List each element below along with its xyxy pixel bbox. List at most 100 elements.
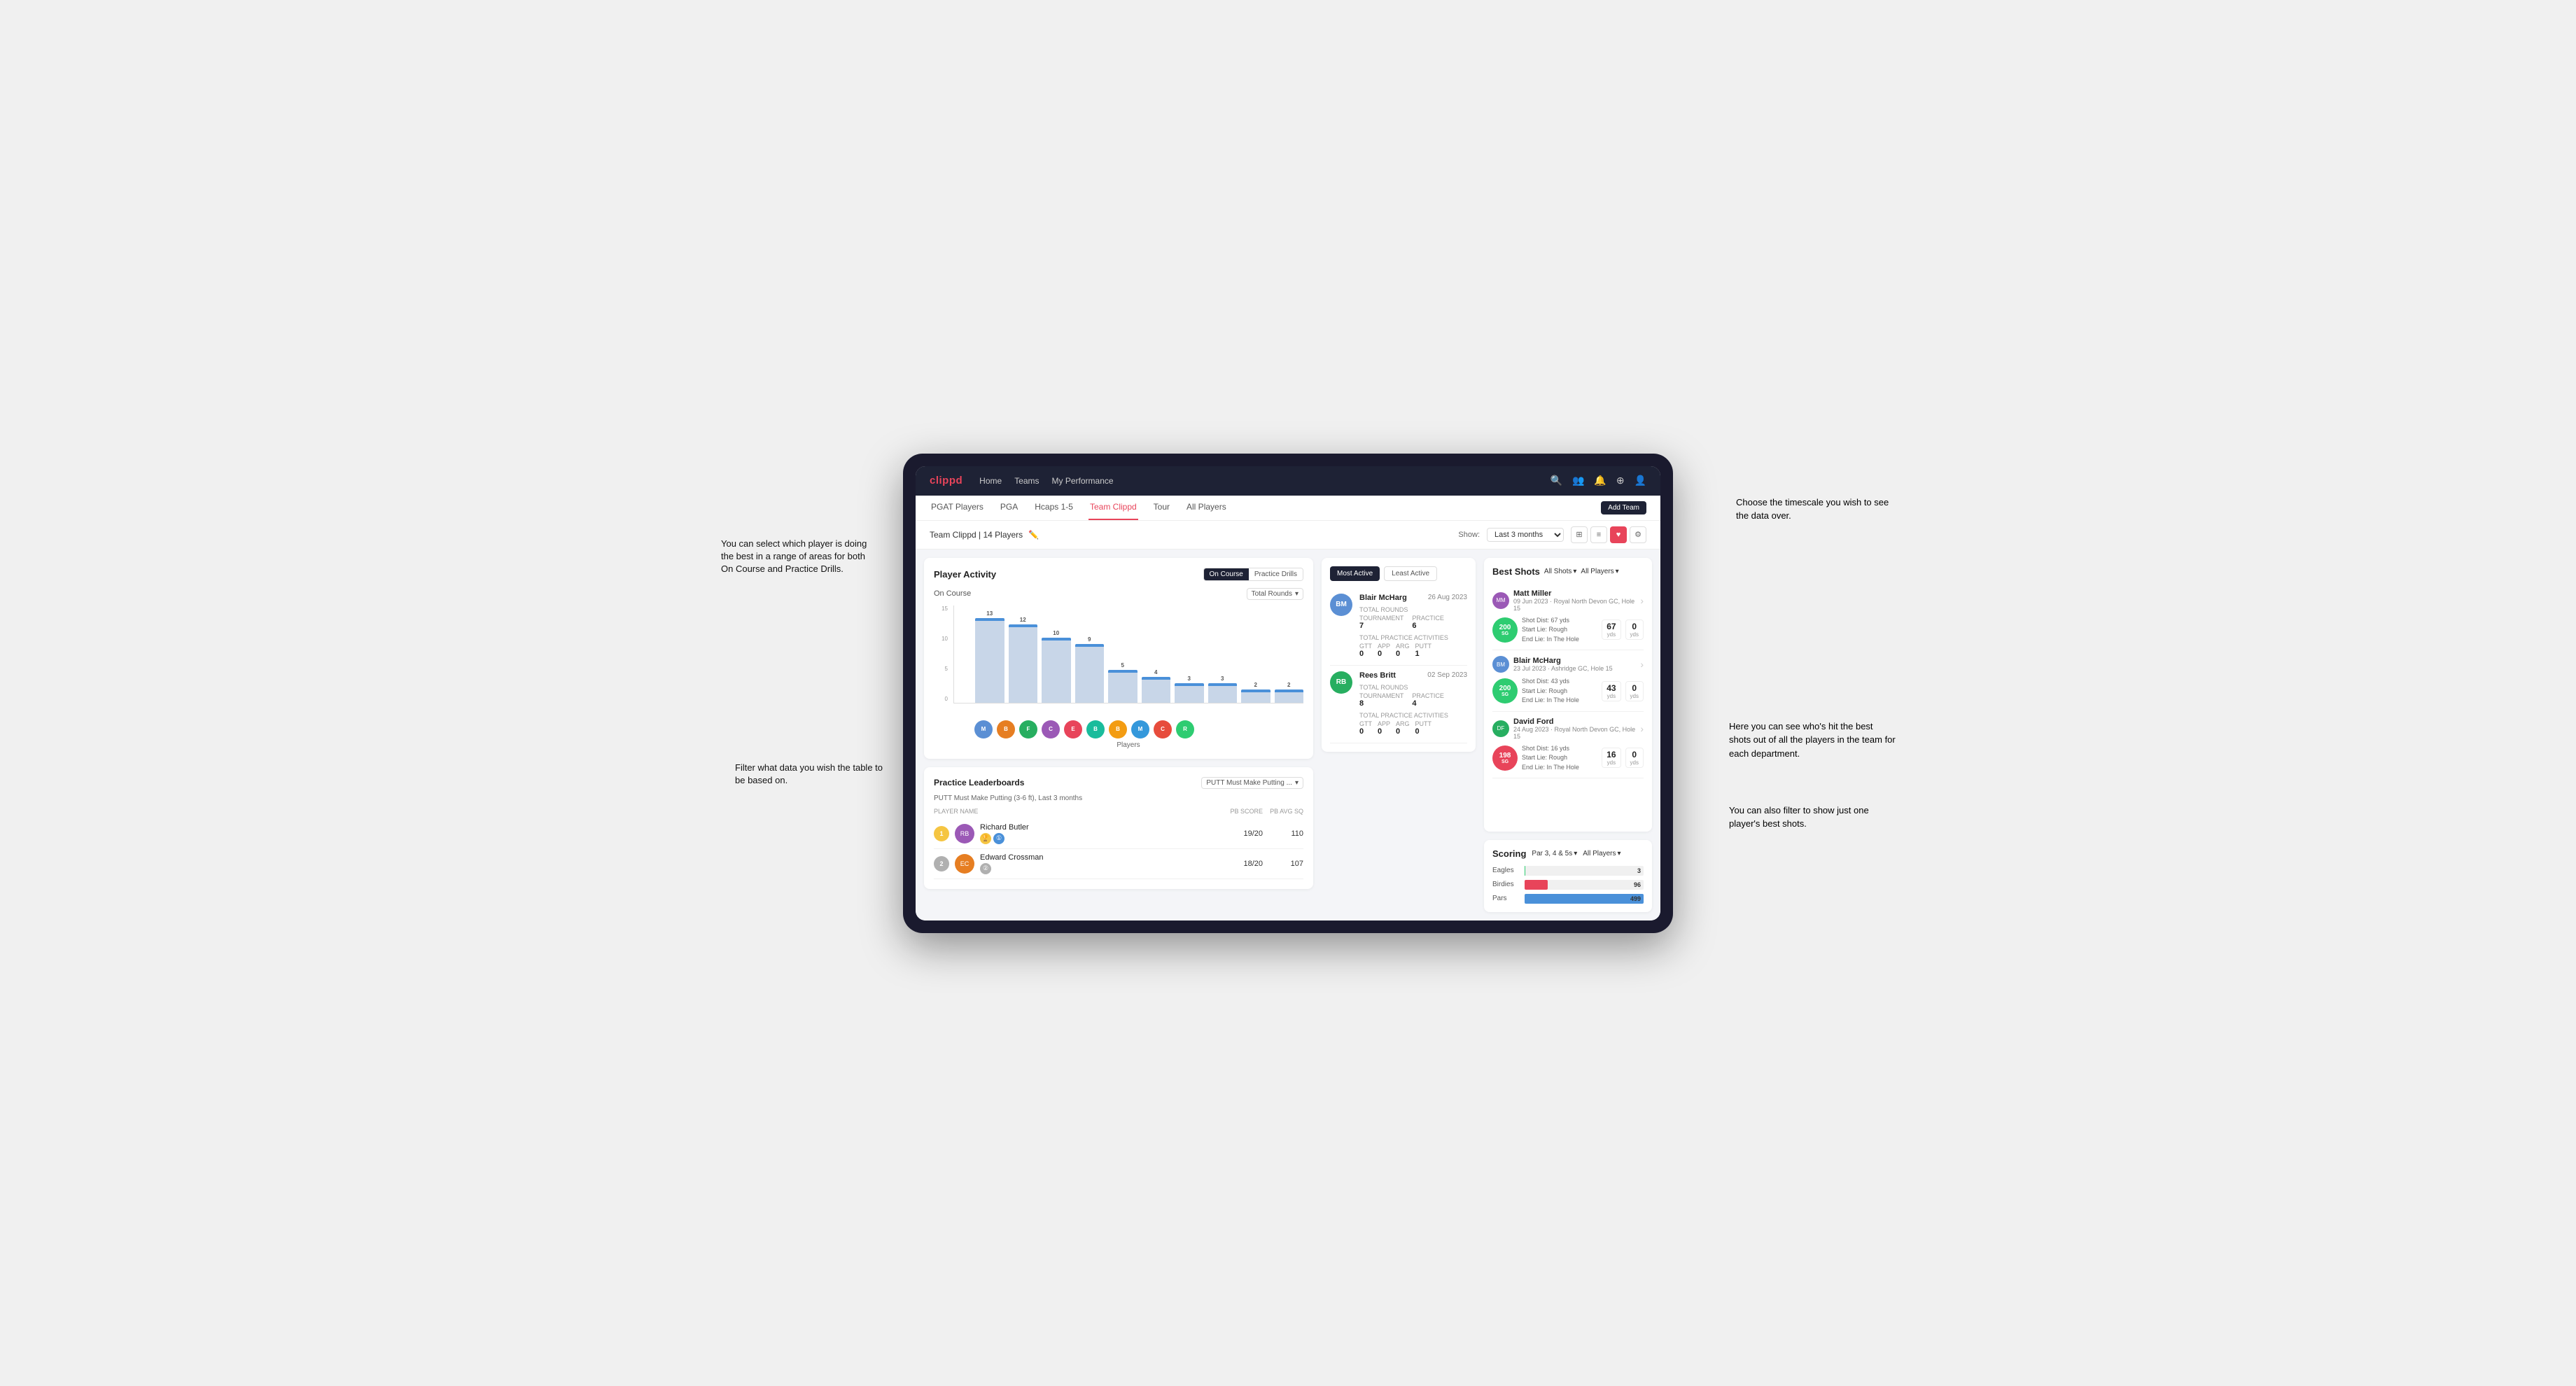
search-icon[interactable]: 🔍 (1550, 475, 1562, 486)
team-header-right: Show: Last 3 months Last 6 months Last 1… (1458, 526, 1646, 543)
shot-detail-mcharg: 23 Jul 2023 · Ashridge GC, Hole 15 (1513, 665, 1636, 672)
best-shots-title: Best Shots (1492, 566, 1540, 577)
leaderboard-subtitle: PUTT Must Make Putting (3-6 ft), Last 3 … (934, 794, 1303, 802)
total-rounds-label: Total Rounds (1252, 590, 1292, 598)
shot-badge-ford: 198 SG (1492, 746, 1518, 771)
bar-value-0: 13 (986, 610, 993, 617)
shot-player-row-ford: DF David Ford 24 Aug 2023 · Royal North … (1492, 718, 1644, 740)
shot-metrics-miller: 200 SG Shot Dist: 67 yds Start Lie: Roug… (1492, 616, 1644, 645)
shot-info-ford: Shot Dist: 16 yds Start Lie: Rough End L… (1522, 744, 1597, 773)
activity-player-mcharg: BM Blair McHarg 26 Aug 2023 Total Rounds (1330, 588, 1467, 666)
total-rounds-filter[interactable]: Total Rounds ▾ (1247, 588, 1303, 600)
shot-player-name-mcharg: Blair McHarg (1513, 657, 1636, 665)
sub-nav-pgat[interactable]: PGAT Players (930, 496, 985, 520)
practice-drills-toggle-btn[interactable]: Practice Drills (1249, 568, 1303, 580)
leaderboard-title: Practice Leaderboards (934, 778, 1024, 788)
chart-section: On Course Total Rounds ▾ 15 10 (934, 588, 1303, 749)
shot-info-mcharg: Shot Dist: 43 yds Start Lie: Rough End L… (1522, 677, 1597, 706)
all-shots-label: All Shots (1544, 568, 1572, 575)
leaderboard-row: 1 RB Richard Butler 🏆 ① 19/20 110 (934, 819, 1303, 849)
bar-highlight-7 (1208, 683, 1238, 686)
bar-9 (1275, 690, 1304, 703)
shot-detail-miller: 09 Jun 2023 · Royal North Devon GC, Hole… (1513, 598, 1636, 612)
add-team-button[interactable]: Add Team (1601, 501, 1646, 514)
all-players-filter[interactable]: All Players ▾ (1581, 568, 1618, 575)
best-shots-card: Best Shots All Shots ▾ All Players ▾ (1484, 558, 1652, 832)
player-date-mcharg: 26 Aug 2023 (1428, 594, 1467, 602)
bar-group-2: 10 (1042, 630, 1071, 703)
user-avatar-icon[interactable]: 👤 (1634, 475, 1646, 486)
sub-nav-hcaps[interactable]: Hcaps 1-5 (1033, 496, 1074, 520)
annotation-bottom-left: Filter what data you wish the table to b… (735, 762, 889, 787)
sub-nav-all-players[interactable]: All Players (1185, 496, 1228, 520)
users-icon[interactable]: 👥 (1572, 475, 1584, 486)
nav-icons: 🔍 👥 🔔 ⊕ 👤 (1550, 475, 1646, 486)
on-course-toggle-btn[interactable]: On Course (1204, 568, 1249, 580)
player-name-butler: Richard Butler 🏆 ① (980, 823, 1222, 844)
col-pb-avg: PB AVG SQ (1268, 808, 1303, 815)
rounds-stat-britt: Total Rounds Tournament 8 Practice (1359, 684, 1444, 708)
par-filter[interactable]: Par 3, 4 & 5s ▾ (1532, 850, 1577, 858)
least-active-tab[interactable]: Least Active (1384, 566, 1437, 581)
par-filter-label: Par 3, 4 & 5s (1532, 850, 1572, 858)
leaderboard-header: Practice Leaderboards PUTT Must Make Put… (934, 777, 1303, 789)
nav-link-home[interactable]: Home (979, 473, 1002, 489)
shot-item-miller[interactable]: MM Matt Miller 09 Jun 2023 · Royal North… (1492, 584, 1644, 651)
activity-info-mcharg: Blair McHarg 26 Aug 2023 Total Rounds To… (1359, 594, 1467, 659)
trophy-icon: 🏆 (980, 833, 991, 844)
sub-nav-tour[interactable]: Tour (1152, 496, 1171, 520)
birdies-label: Birdies (1492, 881, 1520, 888)
leaderboard-filter[interactable]: PUTT Must Make Putting ... ▾ (1201, 777, 1303, 789)
settings-view-button[interactable]: ⚙ (1630, 526, 1646, 543)
all-shots-filter[interactable]: All Shots ▾ (1544, 568, 1577, 575)
nav-link-teams[interactable]: Teams (1014, 473, 1039, 489)
player-avg-crossman: 107 (1268, 860, 1303, 868)
practice-leaderboards-card: Practice Leaderboards PUTT Must Make Put… (924, 767, 1313, 889)
shot-item-ford[interactable]: DF David Ford 24 Aug 2023 · Royal North … (1492, 712, 1644, 779)
activity-player-britt: RB Rees Britt 02 Sep 2023 Total Rounds (1330, 666, 1467, 743)
nav-link-performance[interactable]: My Performance (1052, 473, 1114, 489)
avatar-britt: RB (1330, 671, 1352, 694)
shot-yds-group-ford: 16 yds 0 yds (1602, 748, 1644, 768)
bar-value-7: 3 (1221, 676, 1224, 682)
player-name-britt: Rees Britt (1359, 671, 1396, 680)
bar-value-5: 4 (1154, 669, 1157, 676)
edit-icon[interactable]: ✏️ (1028, 530, 1039, 540)
shot-yds-group-miller: 67 yds 0 yds (1602, 620, 1644, 640)
view-icons: ⊞ ≡ ♥ ⚙ (1571, 526, 1646, 543)
bar-group-7: 3 (1208, 676, 1238, 703)
heart-view-button[interactable]: ♥ (1610, 526, 1627, 543)
grid-view-button[interactable]: ⊞ (1571, 526, 1588, 543)
shot-badge-miller: 200 SG (1492, 617, 1518, 643)
bar-8 (1241, 690, 1270, 703)
practice-activities-britt: Total Practice Activities GTT 0 APP (1359, 712, 1448, 736)
nav-links: Home Teams My Performance (979, 473, 1533, 489)
player-avatars-row: MBFCEBBMCR (953, 720, 1303, 738)
sub-nav-team-clippd[interactable]: Team Clippd (1088, 496, 1138, 520)
player-avatar-1: B (997, 720, 1015, 738)
annotation-best-shots: Here you can see who's hit the best shot… (1729, 720, 1897, 761)
scoring-header: Scoring Par 3, 4 & 5s ▾ All Players ▾ (1492, 848, 1644, 859)
sub-nav-pga[interactable]: PGA (999, 496, 1019, 520)
list-view-button[interactable]: ≡ (1590, 526, 1607, 543)
most-active-tab[interactable]: Most Active (1330, 566, 1380, 581)
main-content: Player Activity On Course Practice Drill… (916, 550, 1660, 920)
annotation-filter-shots: You can also filter to show just one pla… (1729, 804, 1897, 831)
scoring-players-filter[interactable]: All Players ▾ (1583, 850, 1620, 858)
player-avatar-4: E (1064, 720, 1082, 738)
bar-2 (1042, 638, 1071, 703)
add-circle-icon[interactable]: ⊕ (1616, 475, 1625, 486)
bar-highlight-5 (1142, 677, 1171, 680)
activity-info-britt: Rees Britt 02 Sep 2023 Total Rounds Tour… (1359, 671, 1467, 737)
bar-group-4: 5 (1108, 662, 1138, 703)
shot-info-miller: Shot Dist: 67 yds Start Lie: Rough End L… (1522, 616, 1597, 645)
bell-icon[interactable]: 🔔 (1594, 475, 1606, 486)
all-players-label: All Players (1581, 568, 1614, 575)
timescale-select[interactable]: Last 3 months Last 6 months Last 12 mont… (1487, 528, 1564, 542)
shot-detail-ford: 24 Aug 2023 · Royal North Devon GC, Hole… (1513, 726, 1636, 740)
annotation-top-left: You can select which player is doing the… (721, 538, 875, 576)
shot-item-mcharg[interactable]: BM Blair McHarg 23 Jul 2023 · Ashridge G… (1492, 650, 1644, 712)
shot-yds2-ford: 0 yds (1625, 748, 1644, 768)
player-score-crossman: 18/20 (1228, 860, 1263, 868)
pars-value: 499 (1630, 895, 1641, 902)
